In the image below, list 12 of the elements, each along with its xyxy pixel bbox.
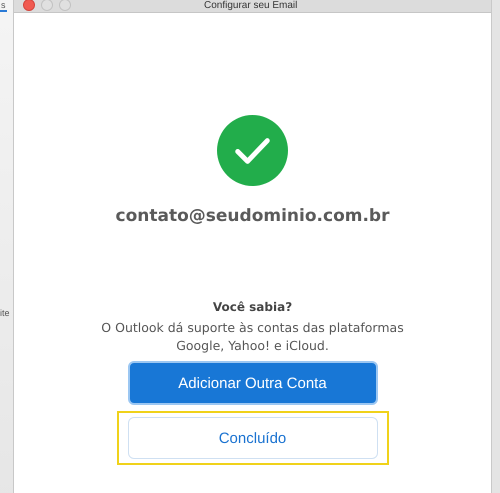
label-text: s — [1, 0, 6, 10]
add-account-button[interactable]: Adicionar Outra Conta — [128, 361, 378, 405]
tip-heading: Você sabia? — [212, 300, 292, 314]
tab-indicator — [0, 10, 7, 12]
label-text: ite — [0, 308, 10, 318]
window-title: Configurar seu Email — [204, 0, 298, 11]
close-button[interactable] — [23, 0, 35, 11]
account-email: contato@seudominio.com.br — [116, 206, 390, 226]
done-button[interactable]: Concluído — [128, 417, 378, 459]
zoom-button[interactable] — [59, 0, 71, 11]
minimize-button[interactable] — [41, 0, 53, 11]
tip-text: O Outlook dá suporte às contas das plataformas Google, Yahoo! e iCloud. — [100, 319, 405, 355]
